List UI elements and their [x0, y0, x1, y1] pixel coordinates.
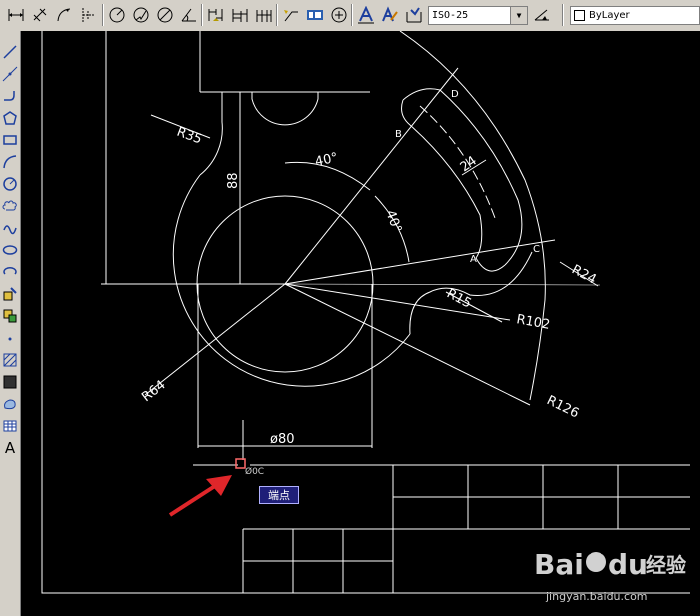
- radius-dimension-icon[interactable]: [107, 5, 127, 25]
- annotation-arrow-head: [206, 475, 232, 496]
- dim-r64-label: R64: [139, 378, 168, 406]
- baseline-dimension-icon[interactable]: [230, 5, 250, 25]
- revision-cloud-icon[interactable]: [1, 197, 19, 215]
- arc-icon[interactable]: [1, 153, 19, 171]
- multiline-text-icon[interactable]: A: [1, 439, 19, 457]
- radial-line-top: [284, 67, 459, 285]
- circle-icon[interactable]: [1, 175, 19, 193]
- watermark-url: jingyan.baidu.com: [546, 590, 648, 603]
- ordinate-dimension-icon[interactable]: [78, 5, 98, 25]
- dim-r126-label: R126: [544, 393, 581, 421]
- angular-dimension-icon[interactable]: [179, 5, 199, 25]
- dimension-text-edit-icon[interactable]: [380, 5, 400, 25]
- color-select[interactable]: ByLayer: [570, 6, 700, 25]
- title-block-left: [242, 528, 393, 593]
- frame-border: [41, 31, 690, 594]
- polygon-icon[interactable]: [1, 109, 19, 127]
- aligned-dimension-icon[interactable]: [30, 5, 50, 25]
- dimension-toolbar: ISO-25 ▼ ByLayer: [0, 0, 700, 32]
- dim-phi80-label: ø80: [270, 432, 295, 447]
- dim-88-label: 88: [226, 172, 241, 189]
- point-icon[interactable]: [1, 329, 19, 347]
- construction-line-icon[interactable]: [1, 65, 19, 83]
- r64-leader: [144, 283, 286, 396]
- top-slot: [251, 92, 319, 126]
- jogged-dimension-icon[interactable]: [131, 5, 151, 25]
- r102-leader: [284, 283, 511, 321]
- point-a-label: A: [470, 254, 477, 265]
- spline-icon[interactable]: [1, 219, 19, 237]
- svg-text:du: du: [608, 548, 648, 581]
- make-block-icon[interactable]: [1, 307, 19, 325]
- color-swatch: [574, 10, 585, 21]
- line-icon[interactable]: [1, 43, 19, 61]
- dim-r102-label: R102: [515, 312, 551, 333]
- radial-line-c: [284, 239, 556, 285]
- r24-leader: [284, 283, 601, 286]
- arc-length-icon[interactable]: [54, 5, 74, 25]
- dim-40-top-label: 40°: [314, 150, 340, 169]
- continue-dimension-icon[interactable]: [254, 5, 274, 25]
- baidu-watermark: Bai du 经验 jingyan.baidu.com: [528, 538, 696, 612]
- svg-text:Bai: Bai: [534, 548, 584, 581]
- snap-marker-label: Ø0C: [245, 466, 264, 477]
- polyline-icon[interactable]: [1, 87, 19, 105]
- table-icon[interactable]: [1, 417, 19, 435]
- svg-text:经验: 经验: [646, 553, 686, 577]
- draw-toolbar: A: [0, 31, 21, 616]
- hatch-icon[interactable]: [1, 351, 19, 369]
- dim-r15-label: R15: [444, 286, 474, 311]
- annotation-arrow-line: [168, 482, 220, 517]
- dimension-style-select[interactable]: ISO-25 ▼: [428, 6, 528, 25]
- quick-dimension-icon[interactable]: [206, 5, 226, 25]
- toolbar-separator: [102, 4, 104, 26]
- drawing-svg: R35 88 40° 40° 24 R24 R15 R102 R64 R126 …: [41, 31, 690, 594]
- center-mark-icon[interactable]: [329, 5, 349, 25]
- leader-icon[interactable]: [281, 5, 301, 25]
- osnap-tooltip: 端点: [259, 486, 299, 504]
- dim-r35-label: R35: [175, 125, 204, 148]
- dimension-update-icon[interactable]: [404, 5, 424, 25]
- toolbar-separator: [276, 4, 278, 26]
- hook-outer-arc: [172, 174, 411, 387]
- toolbar-separator: [562, 4, 564, 26]
- linear-dimension-icon[interactable]: [6, 5, 26, 25]
- slot-inner: [401, 99, 506, 272]
- point-b-label: B: [395, 129, 402, 140]
- rectangle-icon[interactable]: [1, 131, 19, 149]
- diameter-dimension-icon[interactable]: [155, 5, 175, 25]
- endpoint-snap-marker: [235, 458, 246, 469]
- tolerance-icon[interactable]: [305, 5, 325, 25]
- dim-24-label: 24: [458, 153, 480, 175]
- r126-leader: [284, 283, 531, 406]
- ellipse-icon[interactable]: [1, 241, 19, 259]
- dimension-edit-icon[interactable]: [356, 5, 376, 25]
- region-icon[interactable]: [1, 395, 19, 413]
- dim-40-side-label: 40°: [382, 208, 404, 235]
- dim-80-line: [197, 284, 373, 448]
- chevron-down-icon[interactable]: ▼: [510, 7, 527, 24]
- point-c-label: C: [533, 244, 540, 255]
- color-select-value: ByLayer: [589, 10, 630, 21]
- left-ext-line: [101, 31, 285, 285]
- r126-arc: [399, 31, 546, 401]
- dimension-style-value: ISO-25: [432, 10, 469, 21]
- dimension-style-manager-icon[interactable]: [532, 5, 552, 25]
- gradient-icon[interactable]: [1, 373, 19, 391]
- toolbar-separator: [351, 4, 353, 26]
- baidu-logo: Bai du 经验: [534, 548, 686, 581]
- insert-block-icon[interactable]: [1, 285, 19, 303]
- drawing-canvas[interactable]: R35 88 40° 40° 24 R24 R15 R102 R64 R126 …: [21, 31, 700, 616]
- toolbar-separator: [201, 4, 203, 26]
- ellipse-arc-icon[interactable]: [1, 263, 19, 281]
- point-d-label: D: [451, 89, 459, 100]
